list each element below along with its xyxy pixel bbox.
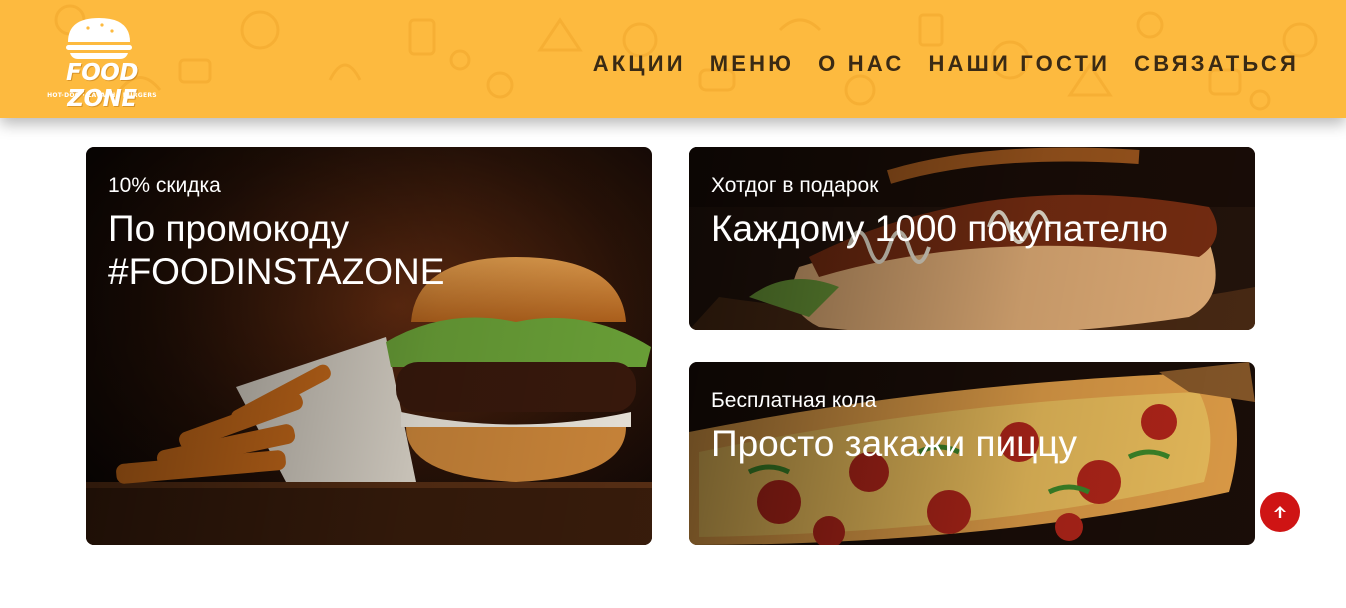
nav-item-menu[interactable]: МЕНЮ — [710, 51, 794, 77]
promo-subtitle: 10% скидка — [108, 174, 221, 197]
promo-card-burger[interactable]: 10% скидка По промокоду #FOODINSTAZONE — [86, 147, 652, 545]
promo-subtitle: Бесплатная кола — [711, 389, 877, 412]
main-nav: АКЦИИ МЕНЮ О НАС НАШИ ГОСТИ СВЯЗАТЬСЯ — [593, 51, 1299, 77]
nav-item-guests[interactable]: НАШИ ГОСТИ — [928, 51, 1110, 77]
nav-item-contact[interactable]: СВЯЗАТЬСЯ — [1134, 51, 1299, 77]
burger-icon — [66, 18, 132, 59]
nav-item-about[interactable]: О НАС — [818, 51, 904, 77]
promo-card-hotdog[interactable]: Хотдог в подарок Каждому 1000 покупателю — [689, 147, 1255, 330]
promo-title: По промокоду #FOODINSTAZONE — [108, 208, 445, 292]
brand-tagline: HOT-DOG · LAVASH · BURGERS — [47, 92, 157, 99]
site-header: FOOD ZONE HOT-DOG · LAVASH · BURGERS АКЦ… — [0, 0, 1346, 118]
scroll-to-top-button[interactable] — [1260, 492, 1300, 532]
nav-item-promotions[interactable]: АКЦИИ — [593, 51, 686, 77]
promo-card-pizza[interactable]: Бесплатная кола Просто закажи пиццу — [689, 362, 1255, 545]
brand-name: FOOD ZONE — [66, 60, 138, 112]
arrow-up-icon — [1274, 506, 1286, 518]
promo-subtitle: Хотдог в подарок — [711, 174, 879, 197]
brand-logo[interactable]: FOOD ZONE HOT-DOG · LAVASH · BURGERS — [32, 14, 172, 112]
promo-title: Просто закажи пиццу — [711, 423, 1078, 464]
promo-title: Каждому 1000 покупателю — [711, 208, 1169, 249]
